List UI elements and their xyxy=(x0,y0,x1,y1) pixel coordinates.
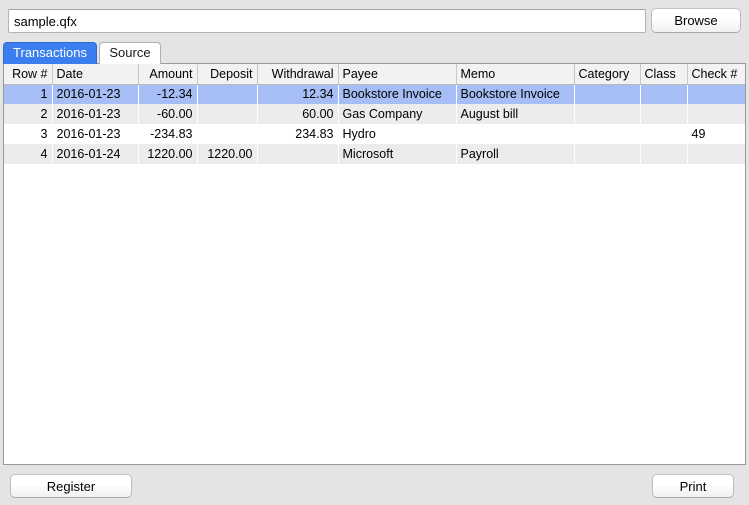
column-header-amount[interactable]: Amount xyxy=(138,64,198,85)
cell-payee[interactable]: Bookstore Invoice xyxy=(338,84,456,104)
column-header-withdrawal[interactable]: Withdrawal xyxy=(257,64,339,85)
cell-payee[interactable]: Gas Company xyxy=(338,104,456,124)
browse-button[interactable]: Browse xyxy=(651,8,741,33)
cell-memo[interactable]: August bill xyxy=(456,104,574,124)
transactions-table-panel[interactable]: Row # Date Amount Deposit Withdrawal Pay… xyxy=(3,63,746,465)
cell-class[interactable] xyxy=(640,124,687,144)
cell-class[interactable] xyxy=(640,144,687,164)
cell-check[interactable] xyxy=(687,144,745,164)
column-header-memo[interactable]: Memo xyxy=(456,64,575,85)
import-window: Browse Transactions Source Row # Date Am… xyxy=(0,0,749,505)
cell-payee[interactable]: Hydro xyxy=(338,124,456,144)
table-body: 1 2016-01-23 -12.34 12.34 Bookstore Invoice B… xyxy=(4,84,745,164)
tab-transactions[interactable]: Transactions xyxy=(3,42,97,64)
cell-date[interactable]: 2016-01-23 xyxy=(52,124,138,144)
cell-amount[interactable]: -60.00 xyxy=(138,104,197,124)
file-path-input[interactable] xyxy=(8,9,646,33)
table-header: Row # Date Amount Deposit Withdrawal Pay… xyxy=(4,64,745,85)
print-button[interactable]: Print xyxy=(652,474,734,498)
transactions-table: Row # Date Amount Deposit Withdrawal Pay… xyxy=(4,64,745,164)
tab-bar: Transactions Source xyxy=(0,42,749,64)
cell-check[interactable] xyxy=(687,104,745,124)
cell-withdrawal[interactable] xyxy=(257,144,338,164)
cell-class[interactable] xyxy=(640,84,687,104)
column-header-payee[interactable]: Payee xyxy=(338,64,457,85)
tab-source[interactable]: Source xyxy=(99,42,161,64)
cell-date[interactable]: 2016-01-24 xyxy=(52,144,138,164)
column-header-deposit[interactable]: Deposit xyxy=(197,64,258,85)
cell-row[interactable]: 4 xyxy=(4,144,52,164)
cell-category[interactable] xyxy=(574,104,640,124)
cell-date[interactable]: 2016-01-23 xyxy=(52,104,138,124)
cell-class[interactable] xyxy=(640,104,687,124)
cell-category[interactable] xyxy=(574,84,640,104)
cell-memo[interactable]: Payroll xyxy=(456,144,574,164)
cell-check[interactable]: 49 xyxy=(687,124,745,144)
cell-category[interactable] xyxy=(574,144,640,164)
cell-deposit[interactable]: 1220.00 xyxy=(197,144,257,164)
column-header-category[interactable]: Category xyxy=(574,64,641,85)
cell-deposit[interactable] xyxy=(197,124,257,144)
cell-category[interactable] xyxy=(574,124,640,144)
column-header-date[interactable]: Date xyxy=(52,64,139,85)
cell-row[interactable]: 2 xyxy=(4,104,52,124)
table-row[interactable]: 2 2016-01-23 -60.00 60.00 Gas Company August … xyxy=(4,104,745,124)
cell-row[interactable]: 3 xyxy=(4,124,52,144)
cell-amount[interactable]: -12.34 xyxy=(138,84,197,104)
table-row[interactable]: 3 2016-01-23 -234.83 234.83 Hydro 49 xyxy=(4,124,745,144)
cell-payee[interactable]: Microsoft xyxy=(338,144,456,164)
column-header-check[interactable]: Check # xyxy=(687,64,745,85)
cell-date[interactable]: 2016-01-23 xyxy=(52,84,138,104)
register-button[interactable]: Register xyxy=(10,474,132,498)
table-row[interactable]: 4 2016-01-24 1220.00 1220.00 Microsoft Payrol… xyxy=(4,144,745,164)
table-header-row: Row # Date Amount Deposit Withdrawal Pay… xyxy=(4,64,745,85)
cell-amount[interactable]: -234.83 xyxy=(138,124,197,144)
cell-deposit[interactable] xyxy=(197,104,257,124)
cell-withdrawal[interactable]: 60.00 xyxy=(257,104,338,124)
cell-withdrawal[interactable]: 12.34 xyxy=(257,84,338,104)
cell-check[interactable] xyxy=(687,84,745,104)
cell-withdrawal[interactable]: 234.83 xyxy=(257,124,338,144)
cell-deposit[interactable] xyxy=(197,84,257,104)
column-header-row[interactable]: Row # xyxy=(4,64,53,85)
table-row[interactable]: 1 2016-01-23 -12.34 12.34 Bookstore Invoice B… xyxy=(4,84,745,104)
column-header-class[interactable]: Class xyxy=(640,64,688,85)
cell-amount[interactable]: 1220.00 xyxy=(138,144,197,164)
cell-row[interactable]: 1 xyxy=(4,84,52,104)
file-selection-row: Browse xyxy=(0,0,749,40)
cell-memo[interactable] xyxy=(456,124,574,144)
cell-memo[interactable]: Bookstore Invoice xyxy=(456,84,574,104)
